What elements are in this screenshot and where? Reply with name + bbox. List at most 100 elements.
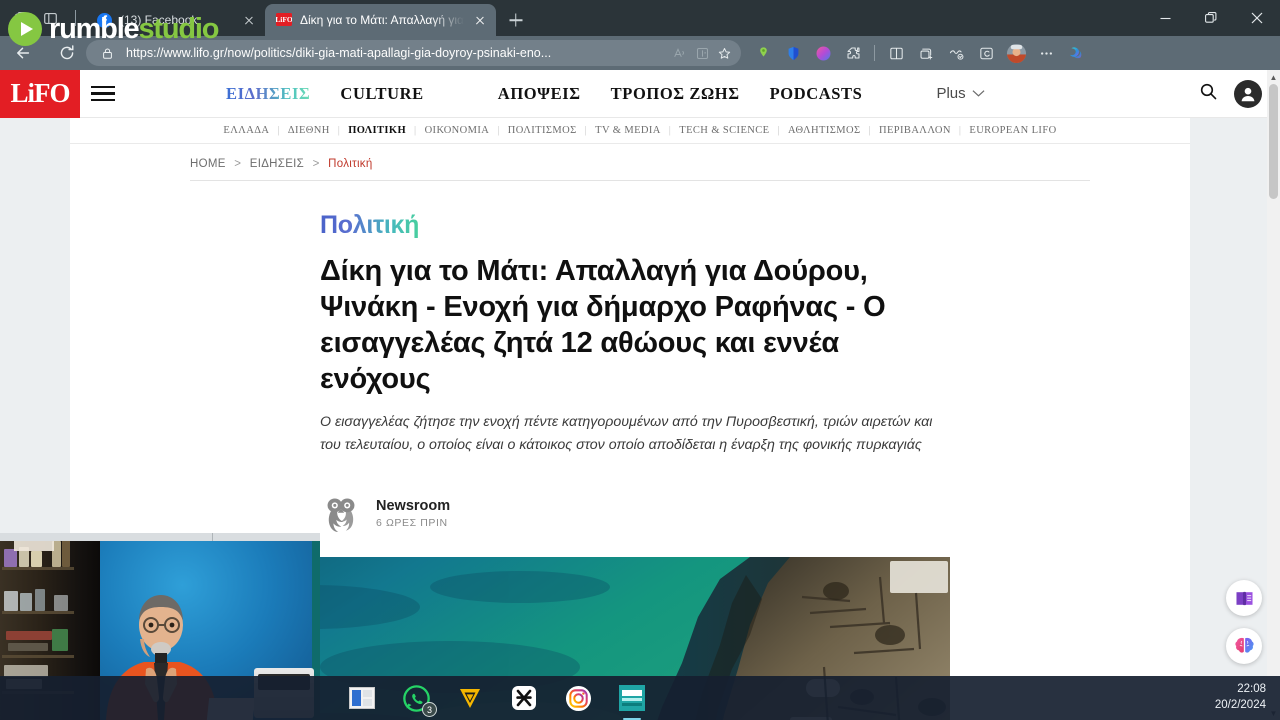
scrollbar-thumb[interactable] <box>1269 84 1278 199</box>
nav-item-apopseis[interactable]: ΑΠΟΨΕΙΣ <box>498 84 581 104</box>
more-options-icon[interactable] <box>1032 39 1060 67</box>
window-app-icon[interactable] <box>348 684 376 712</box>
breadcrumb-home[interactable]: HOME <box>190 158 226 170</box>
v-app-icon[interactable] <box>456 684 484 712</box>
close-icon[interactable] <box>472 12 488 28</box>
sub-navigation: ΕΛΛΑΔΑ | ΔΙΕΘΝΗ | ΠΟΛΙΤΙΚΗ | ΟΙΚΟΝΟΜΙΑ | ΠΟΛ… <box>0 118 1280 144</box>
extension-toolbar <box>749 39 1090 67</box>
window-controls <box>1142 0 1280 36</box>
new-tab-button[interactable] <box>502 6 530 34</box>
copilot-icon[interactable] <box>1062 39 1090 67</box>
article-headline: Δίκη για το Μάτι: Απαλλαγή για Δούρου, Ψ… <box>320 255 886 395</box>
breadcrumb-separator: > <box>312 158 320 170</box>
read-aloud-icon[interactable] <box>669 42 691 64</box>
close-button[interactable] <box>1234 0 1280 36</box>
article-lead: Ο εισαγγελέας ζήτησε την ενοχή πέντε κατ… <box>320 413 933 453</box>
subnav-item-athlitismos[interactable]: ΑΘΛΗΤΙΣΜΟΣ <box>780 125 868 136</box>
webcam-top-strip <box>0 533 320 541</box>
whatsapp-icon[interactable]: 3 <box>402 684 437 717</box>
breadcrumb-separator: > <box>234 158 242 170</box>
taskbar-icons: 3 <box>348 676 646 720</box>
article-author[interactable]: Newsroom <box>376 498 450 514</box>
minimize-button[interactable] <box>1142 0 1188 36</box>
tab-list-icon[interactable] <box>40 8 60 28</box>
browser-chrome: (13) Facebook LiFO Δίκη για το Μάτι: Απα… <box>0 0 1280 70</box>
byline-text: Newsroom 6 ΩΡΕΣ ΠΡΙΝ <box>376 498 450 529</box>
browser-tab-title: Δίκη για το Μάτι: Απαλλαγή για <box>300 13 464 27</box>
lifo-icon: LiFO <box>276 12 292 28</box>
subnav-item-tv-media[interactable]: TV & MEDIA <box>587 125 669 136</box>
site-logo[interactable]: LiFO <box>0 70 80 118</box>
back-icon[interactable] <box>8 38 38 68</box>
shield-extension-icon[interactable] <box>779 39 807 67</box>
taskbar-clock[interactable]: 22:08 20/2/2024 <box>1215 682 1266 713</box>
nav-item-tropos-zois[interactable]: ΤΡΟΠΟΣ ΖΩΗΣ <box>611 84 740 104</box>
gradient-circle-extension-icon[interactable] <box>809 39 837 67</box>
subnav-item-politismos[interactable]: ΠΟΛΙΤΙΣΜΟΣ <box>500 125 585 136</box>
nav-item-podcasts[interactable]: PODCASTS <box>770 84 863 104</box>
tab-strip: (13) Facebook LiFO Δίκη για το Μάτι: Απα… <box>0 0 1280 36</box>
site-header: LiFO ΕΙΔΗΣΕΙΣ CULTURE ΑΠΟΨΕΙΣ ΤΡΟΠΟΣ ΖΩΗ… <box>0 70 1280 118</box>
brain-icon[interactable] <box>1226 628 1262 664</box>
browser-toolbar: https://www.lifo.gr/now/politics/diki-gi… <box>0 36 1280 70</box>
immersive-reader-icon[interactable] <box>691 42 713 64</box>
capcut-icon[interactable] <box>510 684 538 712</box>
article-category[interactable]: Πολιτική <box>320 211 419 240</box>
health-extension-icon[interactable] <box>942 39 970 67</box>
split-screen-icon[interactable] <box>882 39 910 67</box>
tab-strip-left-icons <box>0 0 85 36</box>
close-icon[interactable] <box>241 12 257 28</box>
tab-groups-icon[interactable] <box>10 8 30 28</box>
article-body: Πολιτική Δίκη για το Μάτι: Απαλλαγή για … <box>190 181 1090 720</box>
edge-sidebar-icon[interactable] <box>972 39 1000 67</box>
site-header-actions <box>1199 70 1262 118</box>
clock-time: 22:08 <box>1237 683 1266 696</box>
url-text: https://www.lifo.gr/now/politics/diki-gi… <box>126 46 552 60</box>
facebook-icon <box>96 12 112 28</box>
screen: (13) Facebook LiFO Δίκη για το Μάτι: Απα… <box>0 0 1280 720</box>
instagram-icon[interactable] <box>564 684 592 712</box>
main-navigation: ΕΙΔΗΣΕΙΣ CULTURE ΑΠΟΨΕΙΣ ΤΡΟΠΟΣ ΖΩΗΣ POD… <box>226 84 985 104</box>
page-scrollbar[interactable]: ▲ ▼ <box>1267 70 1280 720</box>
svg-text:LiFO: LiFO <box>276 15 292 24</box>
nav-item-plus[interactable]: Plus <box>936 85 985 102</box>
breadcrumb-section[interactable]: ΕΙΔΗΣΕΙΣ <box>250 158 304 170</box>
clock-date: 20/2/2024 <box>1214 699 1266 711</box>
owl-icon <box>320 493 362 535</box>
scroll-up-icon[interactable]: ▲ <box>1267 70 1280 84</box>
browser-tab-facebook[interactable]: (13) Facebook <box>85 4 265 36</box>
profile-avatar-icon[interactable] <box>1002 39 1030 67</box>
article-timestamp: 6 ΩΡΕΣ ΠΡΙΝ <box>376 517 448 530</box>
subnav-item-tech-science[interactable]: TECH & SCIENCE <box>671 125 777 136</box>
restore-button[interactable] <box>1188 0 1234 36</box>
collections-icon[interactable] <box>912 39 940 67</box>
search-icon[interactable] <box>1199 82 1218 106</box>
green-download-extension-icon[interactable] <box>749 39 777 67</box>
nav-item-plus-label: Plus <box>936 85 966 102</box>
breadcrumb-current[interactable]: Πολιτική <box>328 158 372 170</box>
puzzle-extension-icon[interactable] <box>839 39 867 67</box>
whatsapp-badge: 3 <box>422 702 437 717</box>
article-byline: Newsroom 6 ΩΡΕΣ ΠΡΙΝ <box>320 493 1060 535</box>
subnav-item-politiki[interactable]: ΠΟΛΙΤΙΚΗ <box>340 125 414 136</box>
floating-action-buttons <box>1226 580 1262 664</box>
account-icon[interactable] <box>1234 80 1262 108</box>
nav-item-culture[interactable]: CULTURE <box>340 84 423 104</box>
tab-strip-divider <box>75 10 76 26</box>
subnav-item-european-lifo[interactable]: EUROPEAN LIFO <box>961 125 1064 136</box>
sound-blaster-icon[interactable] <box>618 684 646 720</box>
subnav-item-oikonomia[interactable]: ΟΙΚΟΝΟΜΙΑ <box>417 125 498 136</box>
browser-tab-lifo[interactable]: LiFO Δίκη για το Μάτι: Απαλλαγή για <box>265 4 496 36</box>
taskbar: 3 22:08 20/2/2024 <box>0 676 1280 720</box>
breadcrumb: HOME > ΕΙΔΗΣΕΙΣ > Πολιτική <box>190 144 1090 181</box>
favorite-star-icon[interactable] <box>713 42 735 64</box>
refresh-icon[interactable] <box>52 38 82 68</box>
nav-item-eidiseis[interactable]: ΕΙΔΗΣΕΙΣ <box>226 84 310 104</box>
book-icon[interactable] <box>1226 580 1262 616</box>
subnav-item-perivallon[interactable]: ΠΕΡΙΒΑΛΛΟΝ <box>871 125 959 136</box>
subnav-item-diethni[interactable]: ΔΙΕΘΝΗ <box>280 125 338 136</box>
browser-tab-title: (13) Facebook <box>120 13 198 27</box>
subnav-item-ellada[interactable]: ΕΛΛΑΔΑ <box>215 125 277 136</box>
menu-icon[interactable] <box>80 70 126 118</box>
address-bar[interactable]: https://www.lifo.gr/now/politics/diki-gi… <box>86 40 741 66</box>
